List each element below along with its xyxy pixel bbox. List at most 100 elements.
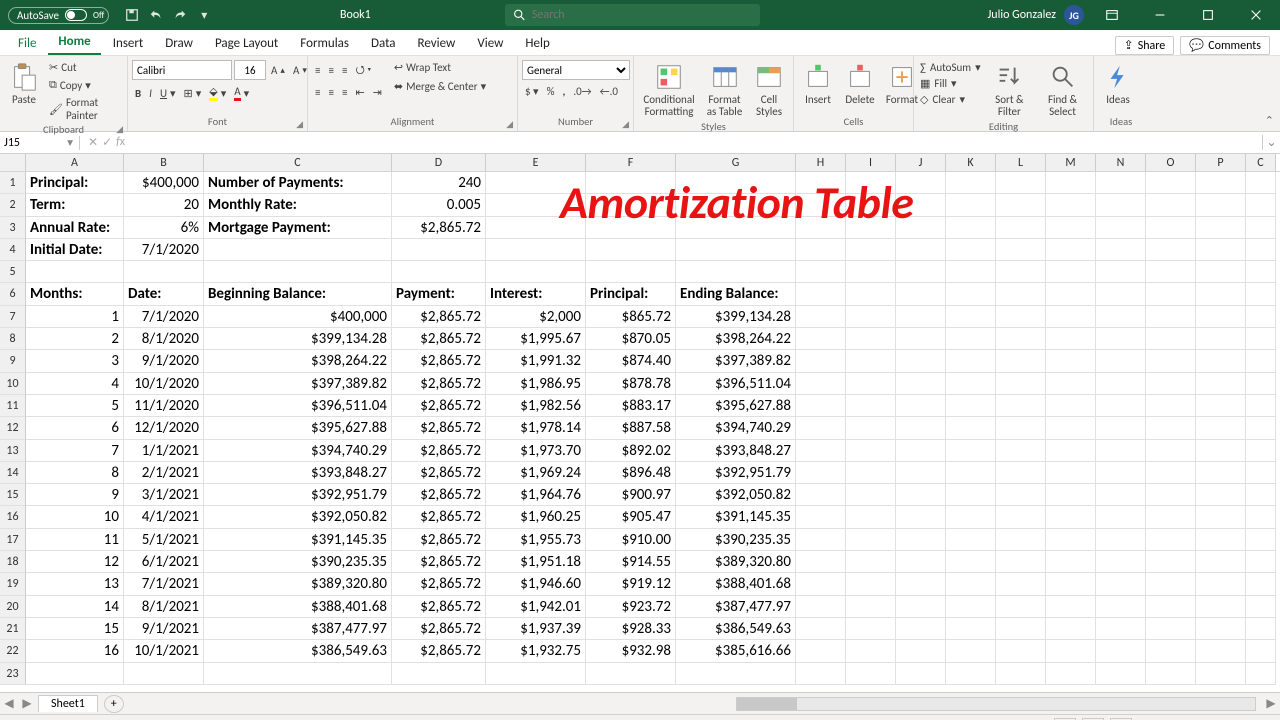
cell[interactable]: $887.58 xyxy=(586,417,676,439)
cell[interactable]: $398,264.22 xyxy=(676,328,796,350)
cell[interactable]: 15 xyxy=(26,618,124,640)
format-painter-button[interactable]: 🖌Format Painter xyxy=(46,95,123,123)
cell[interactable] xyxy=(996,306,1046,328)
scroll-right[interactable]: ▶ xyxy=(1262,696,1280,711)
cell[interactable]: $1,946.60 xyxy=(486,573,586,595)
cell[interactable] xyxy=(1196,239,1246,261)
cell[interactable]: $395,627.88 xyxy=(676,395,796,417)
cell[interactable]: $2,865.72 xyxy=(392,529,486,551)
cell[interactable] xyxy=(1146,529,1196,551)
cell[interactable] xyxy=(1246,440,1276,462)
cell[interactable] xyxy=(1246,618,1276,640)
row-header[interactable]: 18 xyxy=(0,551,26,573)
align-bottom-button[interactable]: ≡ xyxy=(339,60,350,81)
cell[interactable] xyxy=(586,239,676,261)
add-sheet-button[interactable]: + xyxy=(104,695,124,713)
cell[interactable] xyxy=(1046,596,1096,618)
cell[interactable] xyxy=(896,618,946,640)
cell[interactable]: $398,264.22 xyxy=(204,350,392,372)
cell[interactable] xyxy=(846,551,896,573)
cell[interactable] xyxy=(1096,417,1146,439)
cell[interactable] xyxy=(846,350,896,372)
cell[interactable] xyxy=(1046,306,1096,328)
cell[interactable]: $393,848.27 xyxy=(676,440,796,462)
cell[interactable] xyxy=(204,663,392,685)
avatar[interactable]: JG xyxy=(1064,5,1084,25)
tab-review[interactable]: Review xyxy=(408,32,466,55)
cell[interactable]: $390,235.35 xyxy=(204,551,392,573)
comma-format-button[interactable]: , xyxy=(559,84,568,99)
cell[interactable] xyxy=(1196,551,1246,573)
sort-filter-button[interactable]: Sort & Filter xyxy=(985,60,1034,120)
cell[interactable]: 7/1/2020 xyxy=(124,239,204,261)
cell[interactable]: 4 xyxy=(26,373,124,395)
cell[interactable]: $883.17 xyxy=(586,395,676,417)
col-header[interactable]: P xyxy=(1196,154,1246,171)
cell[interactable] xyxy=(796,239,846,261)
cell[interactable] xyxy=(946,462,996,484)
cell[interactable] xyxy=(896,395,946,417)
cell[interactable]: 6/1/2021 xyxy=(124,551,204,573)
cell[interactable] xyxy=(796,551,846,573)
cell[interactable] xyxy=(1096,573,1146,595)
row-header[interactable]: 23 xyxy=(0,663,26,685)
chevron-down-icon[interactable]: ▼ xyxy=(65,136,75,149)
cell[interactable]: 10 xyxy=(26,506,124,528)
cell[interactable] xyxy=(1046,239,1096,261)
cell[interactable] xyxy=(946,618,996,640)
sheet-nav-next[interactable]: ▶ xyxy=(18,696,36,711)
cell[interactable] xyxy=(996,596,1046,618)
cell[interactable] xyxy=(896,306,946,328)
row-header[interactable]: 16 xyxy=(0,506,26,528)
cell[interactable]: 0.005 xyxy=(392,194,486,216)
tab-formulas[interactable]: Formulas xyxy=(290,32,359,55)
cell[interactable] xyxy=(996,172,1046,194)
cell[interactable] xyxy=(996,462,1046,484)
cell[interactable]: 11/1/2020 xyxy=(124,395,204,417)
cell[interactable] xyxy=(1146,172,1196,194)
expand-formula-bar[interactable]: ⌄ xyxy=(1262,135,1280,150)
cell[interactable] xyxy=(1046,484,1096,506)
cell[interactable] xyxy=(896,261,946,283)
cell[interactable] xyxy=(996,484,1046,506)
cell[interactable] xyxy=(846,373,896,395)
cell[interactable] xyxy=(1246,484,1276,506)
cell[interactable] xyxy=(846,484,896,506)
cell[interactable] xyxy=(846,640,896,662)
cell[interactable]: $1,937.39 xyxy=(486,618,586,640)
tab-insert[interactable]: Insert xyxy=(103,32,154,55)
cell[interactable]: 9/1/2020 xyxy=(124,350,204,372)
cell[interactable]: $1,991.32 xyxy=(486,350,586,372)
cell[interactable] xyxy=(1146,573,1196,595)
cell[interactable] xyxy=(486,663,586,685)
close-button[interactable] xyxy=(1236,0,1276,30)
increase-decimal-button[interactable]: .0→ xyxy=(570,84,594,99)
cell[interactable]: $910.00 xyxy=(586,529,676,551)
cell[interactable] xyxy=(996,640,1046,662)
cell[interactable]: Interest: xyxy=(486,283,586,305)
cell[interactable] xyxy=(896,551,946,573)
cell[interactable]: Initial Date: xyxy=(26,239,124,261)
cell[interactable] xyxy=(1146,283,1196,305)
cell[interactable] xyxy=(1196,573,1246,595)
cell[interactable] xyxy=(1096,239,1146,261)
cell[interactable] xyxy=(946,484,996,506)
cell[interactable]: $932.98 xyxy=(586,640,676,662)
tab-view[interactable]: View xyxy=(467,32,513,55)
col-header[interactable]: J xyxy=(896,154,946,171)
col-header[interactable]: H xyxy=(796,154,846,171)
cell[interactable] xyxy=(946,417,996,439)
cell[interactable] xyxy=(1196,172,1246,194)
cell[interactable] xyxy=(1246,596,1276,618)
tab-page-layout[interactable]: Page Layout xyxy=(205,32,288,55)
redo-button[interactable] xyxy=(169,4,191,26)
cell[interactable] xyxy=(1146,596,1196,618)
cell[interactable] xyxy=(896,417,946,439)
cell[interactable]: $1,995.67 xyxy=(486,328,586,350)
name-box[interactable]: ▼ xyxy=(0,136,80,150)
cell[interactable] xyxy=(1046,573,1096,595)
cell[interactable] xyxy=(946,440,996,462)
cell[interactable] xyxy=(896,462,946,484)
cell[interactable] xyxy=(896,239,946,261)
row-header[interactable]: 13 xyxy=(0,440,26,462)
